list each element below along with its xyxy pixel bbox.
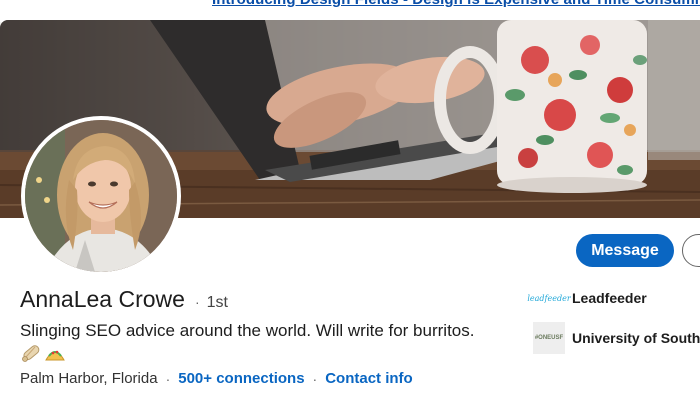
education-org-usf[interactable]: #ONEUSF University of South Florida [533, 322, 700, 354]
article-link[interactable]: Introducing Design Fields - Design is Ex… [212, 0, 700, 8]
degree-separator: · [194, 294, 200, 310]
burrito-emoji [22, 345, 40, 362]
more-button[interactable] [682, 234, 700, 267]
profile-location: Palm Harbor, Florida [20, 370, 158, 387]
avatar[interactable] [21, 116, 181, 276]
experience-org-leadfeeder[interactable]: leadfeeder Leadfeeder [527, 282, 647, 314]
meta-separator: · [312, 370, 318, 387]
meta-separator: · [165, 370, 171, 387]
org-name: Leadfeeder [572, 290, 647, 306]
headline-emojis [20, 342, 66, 364]
org-name: University of South Florida [572, 330, 700, 346]
connection-degree: 1st [206, 294, 228, 311]
usf-logo: #ONEUSF [533, 322, 565, 354]
profile-meta: Palm Harbor, Florida · 500+ connections … [20, 370, 413, 387]
profile-photo [25, 120, 177, 272]
connections-link[interactable]: 500+ connections [178, 370, 304, 387]
contact-info-link[interactable]: Contact info [325, 370, 413, 387]
taco-emoji [45, 350, 65, 361]
profile-name: AnnaLea Crowe [20, 286, 185, 312]
leadfeeder-logo: leadfeeder [527, 293, 571, 303]
profile-card: Message AnnaLea Crowe · 1st Slinging SEO… [0, 20, 700, 420]
message-button[interactable]: Message [576, 234, 674, 267]
top-strip: Introducing Design Fields - Design is Ex… [0, 0, 700, 22]
name-row: AnnaLea Crowe · 1st [20, 286, 228, 313]
profile-headline: Slinging SEO advice around the world. Wi… [20, 321, 475, 340]
